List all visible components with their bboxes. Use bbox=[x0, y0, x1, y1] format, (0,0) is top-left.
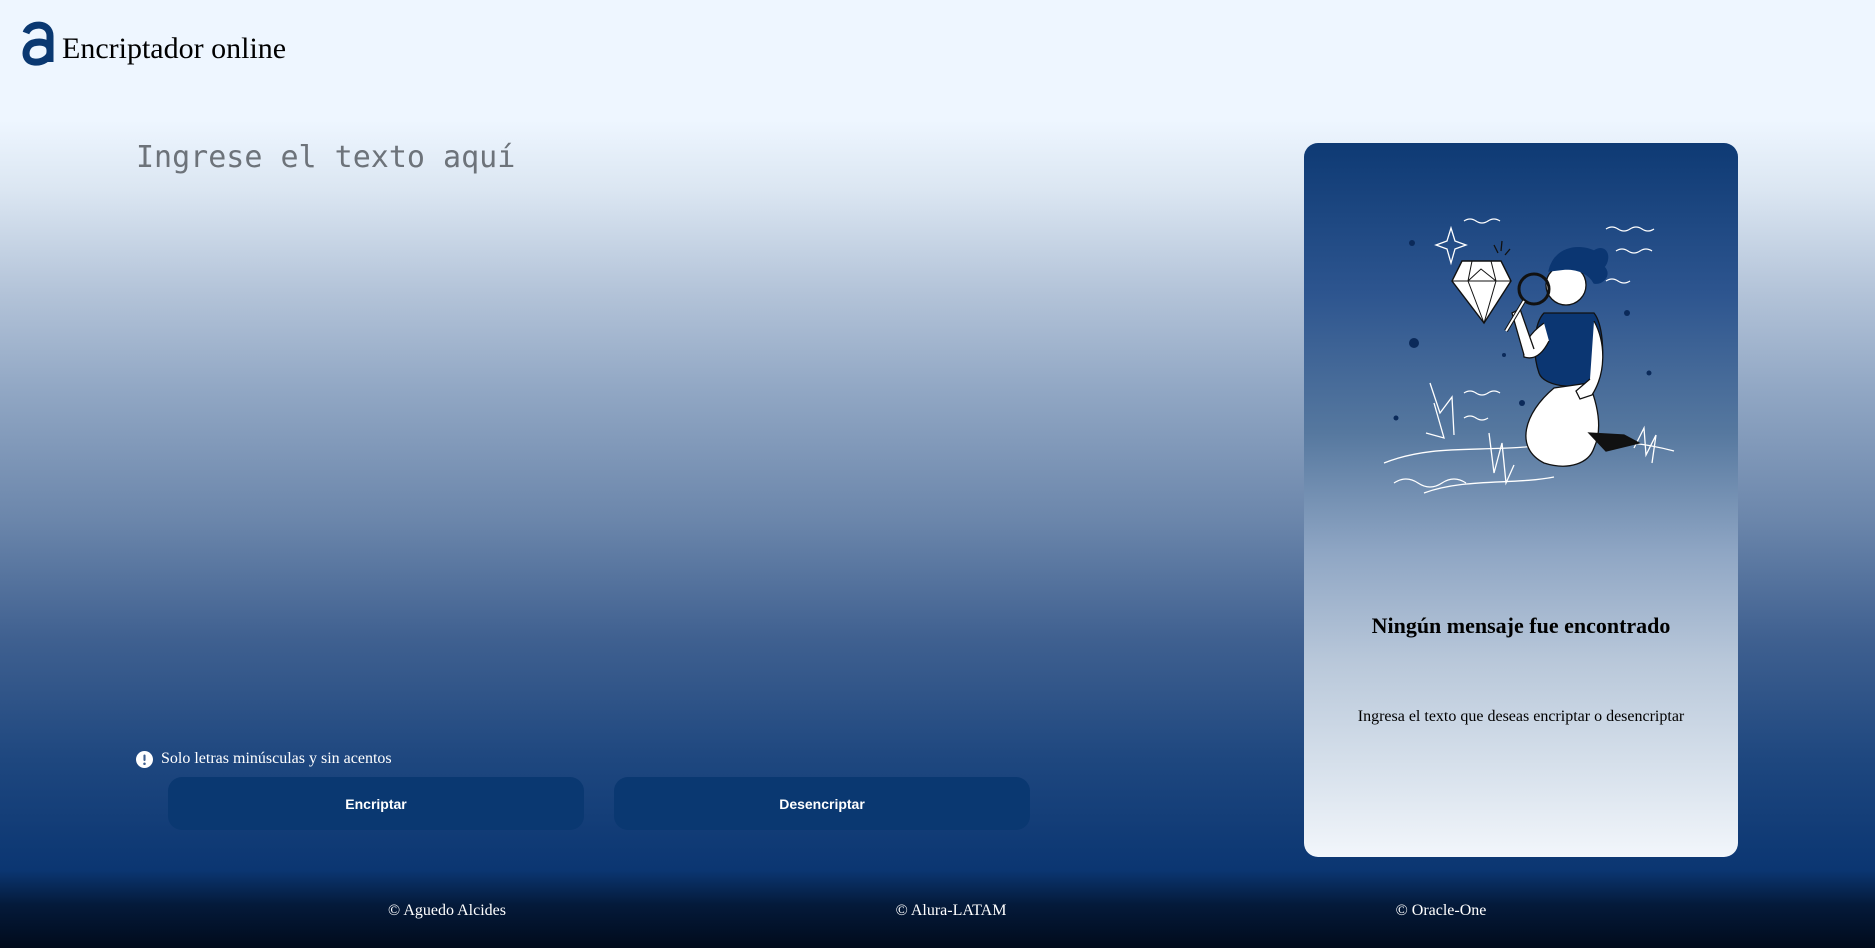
footer-credit-alura: © Alura-LATAM bbox=[895, 902, 1007, 919]
exclamation-circle-icon bbox=[136, 750, 153, 768]
empty-state-title: Ningún mensaje fue encontrado bbox=[1371, 613, 1671, 638]
header: Encriptador online bbox=[20, 20, 286, 72]
app-title: Encriptador online bbox=[62, 32, 287, 65]
footer-credit-author: © Aguedo Alcides bbox=[388, 902, 506, 919]
footer: © Aguedo Alcides © Alura-LATAM © Oracle-… bbox=[0, 902, 1875, 922]
hint-text: Solo letras minúsculas y sin acentos bbox=[161, 750, 392, 767]
text-input[interactable] bbox=[136, 140, 1266, 730]
footer-credit-oracle: © Oracle-One bbox=[1395, 902, 1487, 919]
person-magnifier-illustration bbox=[1383, 218, 1675, 494]
empty-state-subtitle: Ingresa el texto que deseas encriptar o … bbox=[1357, 708, 1685, 725]
input-hint: Solo letras minúsculas y sin acentos bbox=[136, 750, 392, 768]
encrypt-button[interactable]: Encriptar bbox=[168, 777, 584, 830]
decrypt-button[interactable]: Desencriptar bbox=[614, 777, 1030, 830]
alura-logo-icon bbox=[22, 21, 54, 66]
output-panel: Ningún mensaje fue encontrado Ingresa el… bbox=[1304, 143, 1738, 857]
